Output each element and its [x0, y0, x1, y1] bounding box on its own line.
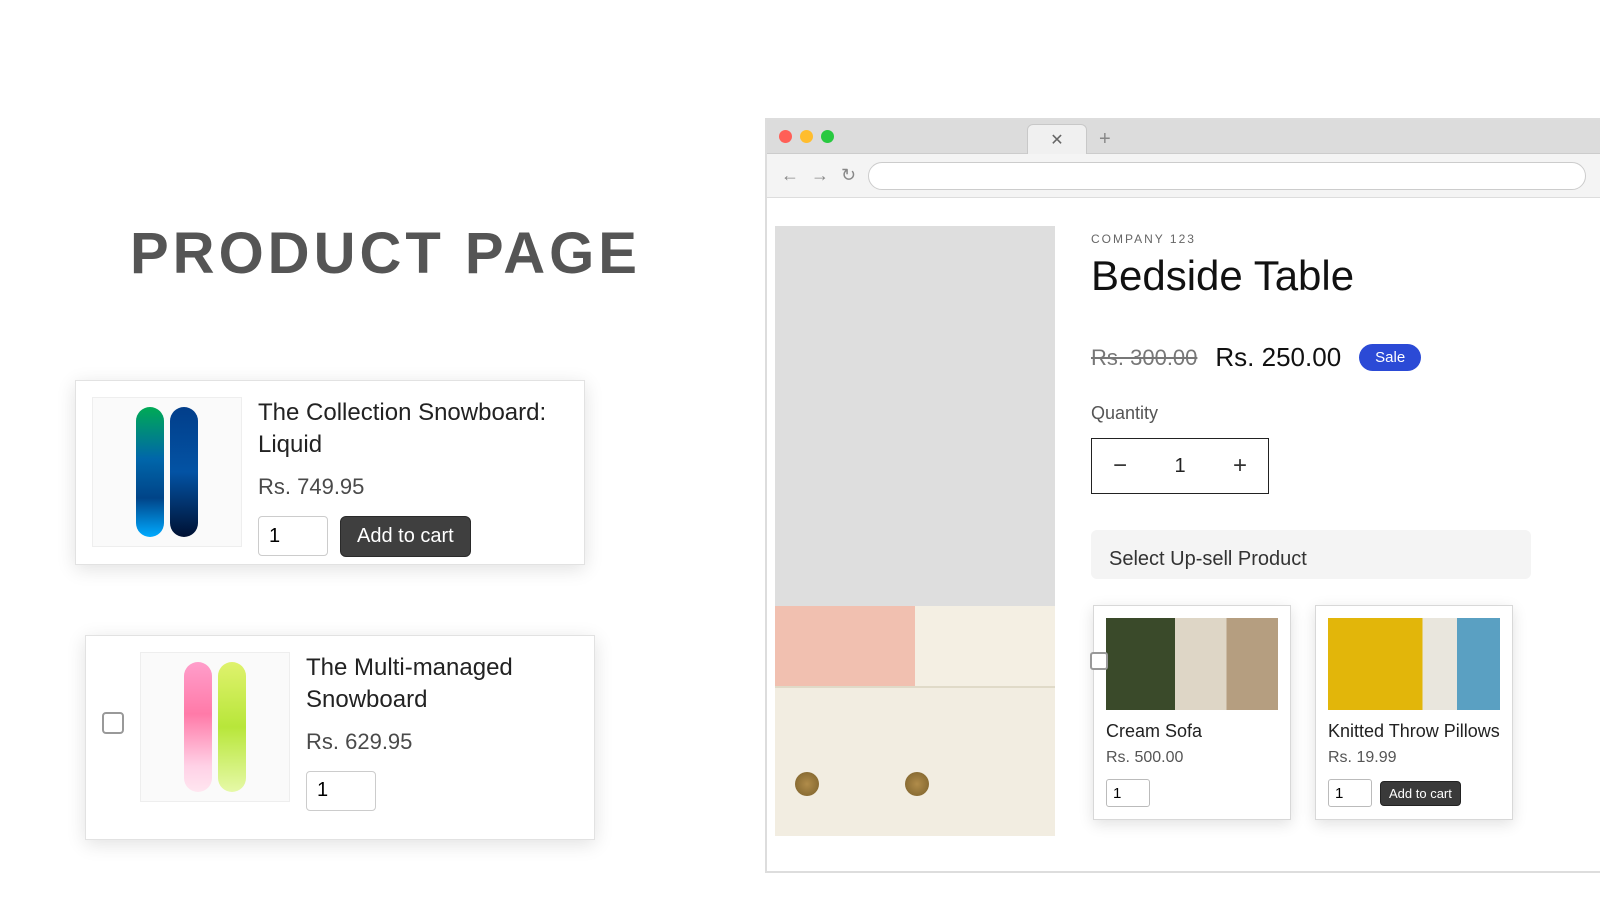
add-to-cart-button[interactable]: Add to cart [1380, 781, 1461, 806]
snowboard-icon [184, 662, 212, 792]
product-card-snowboard-liquid: The Collection Snowboard: Liquid Rs. 749… [75, 380, 585, 565]
product-title: Bedside Table [1091, 252, 1576, 300]
upsell-heading: Select Up-sell Product [1109, 548, 1513, 571]
address-bar[interactable] [868, 162, 1586, 190]
product-title: The Collection Snowboard: Liquid [258, 397, 568, 462]
window-maximize-icon[interactable] [821, 130, 834, 143]
main-product-image [775, 226, 1055, 836]
upsell-title: Cream Sofa [1106, 720, 1278, 743]
snowboard-icon [136, 407, 164, 537]
upsell-list: Cream Sofa Rs. 500.00 Knitted Throw Pill… [1091, 605, 1576, 820]
product-price: Rs. 629.95 [306, 729, 578, 755]
upsell-title: Knitted Throw Pillows [1328, 720, 1500, 743]
nav-reload-icon[interactable]: ↻ [841, 165, 856, 186]
new-tab-button[interactable]: + [1099, 128, 1111, 151]
browser-toolbar: ← → ↻ [767, 154, 1600, 198]
quantity-input[interactable] [1328, 779, 1372, 807]
drawer-knob-icon [905, 772, 929, 796]
quantity-input[interactable] [306, 771, 376, 811]
tab-close-icon[interactable]: ✕ [1050, 130, 1063, 150]
product-price: Rs. 749.95 [258, 474, 568, 500]
upsell-image [1106, 618, 1278, 710]
quantity-input[interactable] [258, 516, 328, 556]
product-card-snowboard-multi: The Multi-managed Snowboard Rs. 629.95 [85, 635, 595, 840]
add-to-cart-button[interactable]: Add to cart [340, 516, 471, 557]
furniture-top-icon [775, 606, 1055, 696]
window-minimize-icon[interactable] [800, 130, 813, 143]
upsell-card-throw-pillows: Knitted Throw Pillows Rs. 19.99 Add to c… [1315, 605, 1513, 820]
snowboard-icon [170, 407, 198, 537]
decrement-button[interactable]: − [1092, 439, 1148, 493]
product-details: COMPANY 123 Bedside Table Rs. 300.00 Rs.… [1091, 226, 1576, 871]
price-row: Rs. 300.00 Rs. 250.00 Sale [1091, 342, 1576, 373]
product-image [92, 397, 242, 547]
increment-button[interactable]: + [1212, 439, 1268, 493]
sale-badge: Sale [1359, 344, 1421, 371]
upsell-image [1328, 618, 1500, 710]
snowboard-icon [218, 662, 246, 792]
furniture-body-icon [775, 686, 1055, 836]
nav-back-icon[interactable]: ← [781, 165, 799, 186]
company-label: COMPANY 123 [1091, 232, 1576, 246]
upsell-panel: Select Up-sell Product [1091, 530, 1531, 579]
upsell-price: Rs. 500.00 [1106, 749, 1278, 767]
site-content: COMPANY 123 Bedside Table Rs. 300.00 Rs.… [767, 198, 1600, 871]
product-image [140, 652, 290, 802]
window-close-icon[interactable] [779, 130, 792, 143]
old-price: Rs. 300.00 [1091, 345, 1197, 371]
browser-tab[interactable]: ✕ [1027, 124, 1087, 154]
product-title: The Multi-managed Snowboard [306, 652, 578, 717]
sale-price: Rs. 250.00 [1215, 342, 1341, 373]
page-heading: PRODUCT PAGE [130, 220, 641, 287]
quantity-input[interactable] [1106, 779, 1150, 807]
upsell-price: Rs. 19.99 [1328, 749, 1500, 767]
select-checkbox[interactable] [1090, 652, 1108, 670]
quantity-stepper: − 1 + [1091, 438, 1269, 494]
drawer-knob-icon [795, 772, 819, 796]
nav-forward-icon[interactable]: → [811, 165, 829, 186]
quantity-value: 1 [1148, 455, 1212, 478]
select-checkbox[interactable] [102, 712, 124, 734]
browser-titlebar: ✕ + [767, 120, 1600, 154]
browser-window: ✕ + ← → ↻ COMPANY 123 Bedside Table Rs. … [765, 118, 1600, 873]
quantity-label: Quantity [1091, 403, 1576, 424]
upsell-card-cream-sofa: Cream Sofa Rs. 500.00 [1093, 605, 1291, 820]
